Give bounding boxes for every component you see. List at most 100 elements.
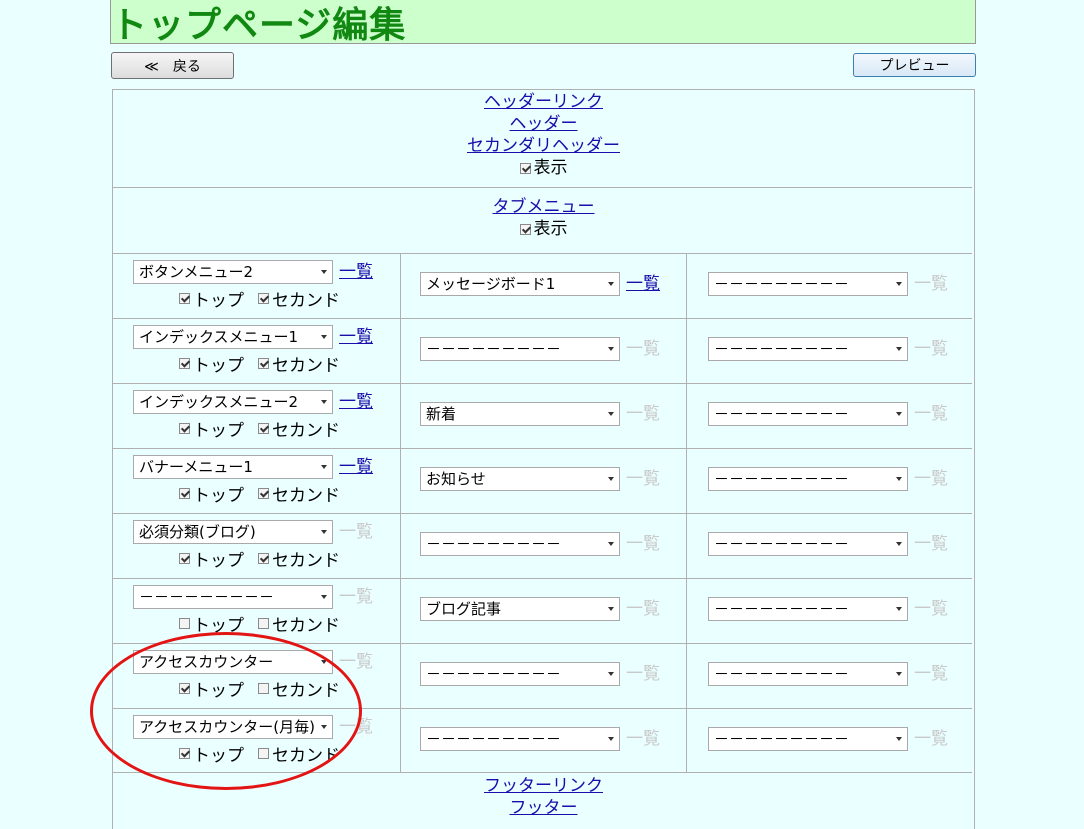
chevron-down-icon xyxy=(896,412,902,416)
widget-select[interactable]: －－－－－－－－－ xyxy=(708,532,908,556)
chevron-down-icon xyxy=(321,335,327,339)
chevron-down-icon xyxy=(608,542,614,546)
page-title: トップページ編集 xyxy=(111,5,407,46)
header-show-label: 表示 xyxy=(533,158,568,178)
display-options: トップ セカンド xyxy=(179,546,340,571)
widget-select[interactable]: ボタンメニュー2 xyxy=(133,260,333,284)
chevron-down-icon xyxy=(896,282,902,286)
list-link: 一覧 xyxy=(626,599,660,619)
widget-select[interactable]: 新着 xyxy=(420,402,620,426)
widget-select[interactable]: －－－－－－－－－ xyxy=(708,467,908,491)
widget-select[interactable]: －－－－－－－－－ xyxy=(708,727,908,751)
second-label: セカンド xyxy=(272,486,340,506)
list-link: 一覧 xyxy=(914,274,948,294)
preview-button[interactable]: プレビュー xyxy=(853,53,976,77)
list-link[interactable]: 一覧 xyxy=(339,457,373,477)
second-checkbox[interactable] xyxy=(258,293,269,304)
second-label: セカンド xyxy=(272,291,340,311)
secondary-header-link[interactable]: セカンダリヘッダー xyxy=(112,135,975,157)
list-link[interactable]: 一覧 xyxy=(339,327,373,347)
list-link[interactable]: 一覧 xyxy=(339,392,373,412)
widget-select[interactable]: －－－－－－－－－ xyxy=(420,532,620,556)
display-options: トップ セカンド xyxy=(179,351,340,376)
back-button[interactable]: ≪ 戻る xyxy=(111,52,234,79)
chevron-down-icon xyxy=(896,607,902,611)
chevron-down-icon xyxy=(608,672,614,676)
chevron-down-icon xyxy=(896,672,902,676)
chevron-down-icon xyxy=(321,530,327,534)
list-link: 一覧 xyxy=(626,339,660,359)
separator xyxy=(112,383,972,384)
list-link: 一覧 xyxy=(339,522,373,542)
top-checkbox[interactable] xyxy=(179,618,190,629)
top-checkbox[interactable] xyxy=(179,358,190,369)
separator xyxy=(112,253,972,254)
chevron-down-icon xyxy=(608,607,614,611)
chevron-down-icon xyxy=(896,347,902,351)
top-checkbox[interactable] xyxy=(179,488,190,499)
widget-select[interactable]: －－－－－－－－－ xyxy=(708,597,908,621)
tab-show-label: 表示 xyxy=(533,219,568,239)
chevron-down-icon xyxy=(321,270,327,274)
second-checkbox[interactable] xyxy=(258,488,269,499)
widget-select[interactable]: バナーメニュー1 xyxy=(133,455,333,479)
separator xyxy=(112,578,972,579)
second-checkbox[interactable] xyxy=(258,618,269,629)
top-label: トップ xyxy=(193,486,244,506)
top-checkbox[interactable] xyxy=(179,553,190,564)
separator xyxy=(112,448,972,449)
list-link[interactable]: 一覧 xyxy=(626,274,660,294)
widget-select[interactable]: －－－－－－－－－ xyxy=(420,662,620,686)
list-link: 一覧 xyxy=(626,534,660,554)
tab-menu-link[interactable]: タブメニュー xyxy=(112,196,975,218)
chevron-down-icon xyxy=(896,542,902,546)
header-link-link[interactable]: ヘッダーリンク xyxy=(112,91,975,113)
top-label: トップ xyxy=(193,356,244,376)
chevron-down-icon xyxy=(608,477,614,481)
chevron-down-icon xyxy=(608,737,614,741)
widget-select[interactable]: －－－－－－－－－ xyxy=(133,585,333,609)
widget-select[interactable]: －－－－－－－－－ xyxy=(708,337,908,361)
widget-select[interactable]: －－－－－－－－－ xyxy=(708,272,908,296)
chevron-down-icon xyxy=(321,400,327,404)
chevron-down-icon xyxy=(608,347,614,351)
top-label: トップ xyxy=(193,421,244,441)
widget-select[interactable]: －－－－－－－－－ xyxy=(708,402,908,426)
list-link: 一覧 xyxy=(914,339,948,359)
widget-select[interactable]: －－－－－－－－－ xyxy=(420,337,620,361)
widget-select[interactable]: インデックスメニュー1 xyxy=(133,325,333,349)
second-label: セカンド xyxy=(272,551,340,571)
widget-select[interactable]: ブログ記事 xyxy=(420,597,620,621)
second-label: セカンド xyxy=(272,356,340,376)
list-link: 一覧 xyxy=(914,729,948,749)
widget-select[interactable]: インデックスメニュー2 xyxy=(133,390,333,414)
widget-select[interactable]: メッセージボード1 xyxy=(420,272,620,296)
top-label: トップ xyxy=(193,551,244,571)
column-separator xyxy=(686,253,687,772)
top-label: トップ xyxy=(193,291,244,311)
top-checkbox[interactable] xyxy=(179,293,190,304)
widget-select[interactable]: －－－－－－－－－ xyxy=(708,662,908,686)
list-link: 一覧 xyxy=(914,534,948,554)
second-checkbox[interactable] xyxy=(258,553,269,564)
second-checkbox[interactable] xyxy=(258,423,269,434)
top-checkbox[interactable] xyxy=(179,423,190,434)
list-link: 一覧 xyxy=(626,469,660,489)
header-show-checkbox[interactable] xyxy=(519,162,531,174)
chevron-down-icon xyxy=(608,282,614,286)
widget-select[interactable]: 必須分類(ブログ) xyxy=(133,520,333,544)
widget-select[interactable]: お知らせ xyxy=(420,467,620,491)
tab-section: タブメニュー 表示 xyxy=(112,196,975,240)
footer-link[interactable]: フッター xyxy=(112,797,975,819)
tab-show-checkbox[interactable] xyxy=(519,223,531,235)
widget-select[interactable]: －－－－－－－－－ xyxy=(420,727,620,751)
second-checkbox[interactable] xyxy=(258,358,269,369)
list-link: 一覧 xyxy=(626,664,660,684)
list-link: 一覧 xyxy=(339,652,373,672)
header-section: ヘッダーリンク ヘッダー セカンダリヘッダー 表示 xyxy=(112,91,975,179)
chevron-down-icon xyxy=(608,412,614,416)
header-link[interactable]: ヘッダー xyxy=(112,113,975,135)
second-label: セカンド xyxy=(272,421,340,441)
list-link[interactable]: 一覧 xyxy=(339,262,373,282)
separator xyxy=(112,318,972,319)
